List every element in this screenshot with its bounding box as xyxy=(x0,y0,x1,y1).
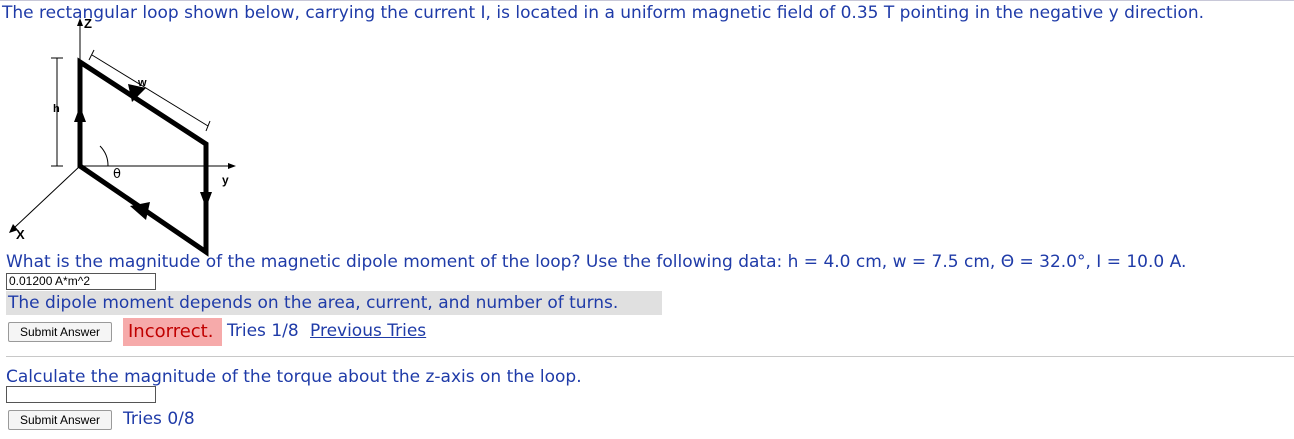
w-dimension xyxy=(88,49,211,132)
h-label: h xyxy=(53,103,60,115)
theta-arc xyxy=(99,145,109,167)
answer-input-1[interactable] xyxy=(6,273,156,290)
section-divider xyxy=(6,356,1294,357)
x-label: X xyxy=(16,227,25,242)
answer-input-2[interactable] xyxy=(6,386,156,403)
tries-counter-1: Tries 1/8 xyxy=(227,321,299,341)
hint-message: The dipole moment depends on the area, c… xyxy=(6,291,662,315)
x-axis xyxy=(13,165,81,229)
y-arrowhead xyxy=(228,163,236,169)
submit-button-1[interactable]: Submit Answer xyxy=(8,322,112,342)
question-1-text: What is the magnitude of the magnetic di… xyxy=(6,252,1187,272)
z-label: Z xyxy=(84,18,92,31)
theta-label: θ xyxy=(113,167,121,182)
current-arrow-left xyxy=(74,106,86,122)
top-border xyxy=(0,0,1294,1)
loop-figure: Z X y h w θ xyxy=(9,18,236,257)
w-label: w xyxy=(137,77,147,89)
current-arrow-right xyxy=(200,192,212,208)
submit-button-2[interactable]: Submit Answer xyxy=(8,410,112,430)
incorrect-status: Incorrect. xyxy=(123,318,222,346)
z-arrowhead xyxy=(77,18,83,26)
question-2-text: Calculate the magnitude of the torque ab… xyxy=(6,367,582,387)
y-label: y xyxy=(222,173,229,187)
previous-tries-link[interactable]: Previous Tries xyxy=(310,321,426,341)
tries-counter-2: Tries 0/8 xyxy=(123,409,195,429)
